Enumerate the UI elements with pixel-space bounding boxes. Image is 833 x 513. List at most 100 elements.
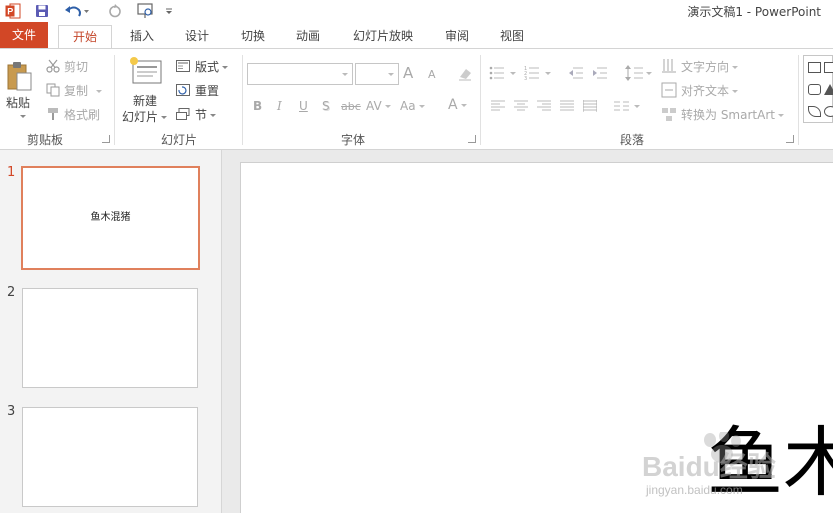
reset-button[interactable]: 重置 [195,82,219,99]
separator [798,55,799,145]
font-launcher-icon[interactable] [468,135,476,143]
change-case-label: Aa [400,99,416,113]
new-slide-label[interactable]: 新建 [133,92,157,109]
align-left-icon[interactable] [489,97,507,115]
font-color-button[interactable]: A [448,97,467,113]
font-color-label: A [448,97,458,113]
section-icon [175,106,191,122]
format-painter-button[interactable]: 格式刷 [64,106,100,123]
chevron-down-icon [732,90,739,93]
numbering-icon[interactable]: 123 [523,63,555,83]
clipboard-launcher-icon[interactable] [102,135,110,143]
tab-animations[interactable]: 动画 [288,25,328,48]
format-painter-icon [45,106,61,122]
justify-icon[interactable] [558,97,576,115]
underline-button[interactable]: U [299,99,308,113]
copy-icon [45,82,61,98]
rounded-rectangle-shape-icon[interactable] [808,84,821,95]
svg-text:P: P [7,7,13,17]
oval-shape-icon[interactable] [824,106,833,117]
tab-slideshow[interactable]: 幻灯片放映 [346,25,420,48]
change-case-button[interactable]: Aa [400,99,425,113]
thumbnail-title: 鱼木混猪 [90,212,131,223]
new-slide-icon[interactable] [128,55,164,87]
char-spacing-button[interactable]: AV [366,99,391,113]
line-spacing-icon[interactable] [624,63,654,83]
chevron-down-icon [384,105,391,108]
chevron-down-icon [777,114,784,117]
vertical-text-box-shape-icon[interactable] [824,62,833,73]
tab-review[interactable]: 审阅 [437,25,477,48]
slide-title-text[interactable]: 鱼木 [707,425,833,501]
separator [114,55,115,145]
copy-button[interactable]: 复制 [64,82,103,99]
slide-thumbnail-1[interactable]: 鱼木混猪 [21,166,200,270]
italic-button[interactable]: I [277,99,282,113]
paste-icon[interactable] [5,59,35,93]
clear-formatting-icon[interactable] [455,64,475,84]
new-slide-button[interactable]: 幻灯片 [122,108,168,125]
paste-label: 粘贴 [6,96,31,110]
tab-design[interactable]: 设计 [177,25,217,48]
slide-thumbnail-2[interactable] [22,288,198,388]
paste-dropdown[interactable] [17,109,26,123]
window-title: 演示文稿1 - PowerPoint [687,5,821,19]
triangle-shape-icon[interactable] [824,84,833,95]
paragraph-launcher-icon[interactable] [786,135,794,143]
tab-home[interactable]: 开始 [58,25,112,49]
save-icon[interactable] [32,2,52,20]
shrink-font-button[interactable]: A [428,68,436,81]
convert-smartart-button[interactable]: 转换为 SmartArt [681,106,784,123]
distributed-icon[interactable] [581,97,599,115]
new-slide-label-2: 幻灯片 [122,110,159,124]
slide-number-2: 2 [7,285,16,300]
shapes-gallery[interactable] [803,55,833,123]
font-name-combo[interactable] [247,63,353,85]
undo-icon[interactable] [62,2,92,20]
text-box-shape-icon[interactable] [808,62,821,73]
cut-button[interactable]: 剪切 [64,58,88,75]
strikethrough-button[interactable]: abc [341,100,361,113]
font-size-combo[interactable] [355,63,399,85]
powerpoint-logo-icon[interactable]: P [3,2,23,20]
start-from-beginning-icon[interactable] [136,2,156,20]
text-direction-button[interactable]: 文字方向 [681,58,739,75]
align-center-icon[interactable] [512,97,530,115]
bold-button[interactable]: B [253,99,262,113]
section-button[interactable]: 节 [195,106,217,123]
customize-qat-icon[interactable] [163,2,175,20]
copy-label: 复制 [64,84,89,98]
tab-file[interactable]: 文件 [0,22,48,48]
ribbon-tabs: 文件 开始 插入 设计 切换 动画 幻灯片放映 审阅 视图 [0,22,833,49]
columns-icon[interactable] [613,97,643,115]
char-spacing-label: AV [366,99,382,113]
tab-transitions[interactable]: 切换 [233,25,273,48]
smartart-icon [660,105,678,123]
align-right-icon[interactable] [535,97,553,115]
slide-number-1: 1 [7,165,16,180]
slide-thumbnail-3[interactable] [22,407,198,507]
text-shadow-button[interactable]: S [322,99,330,113]
ribbon: 粘贴 剪切 复制 格式刷 剪贴板 新建 幻灯片 版式 重置 节 幻灯片 A A … [0,48,833,150]
grow-font-button[interactable]: A [403,64,413,82]
tab-insert[interactable]: 插入 [122,25,162,48]
decrease-indent-icon[interactable] [566,63,586,83]
chevron-down-icon [732,66,739,69]
align-text-label: 对齐文本 [681,84,730,98]
slide-canvas[interactable]: 鱼木 [240,162,833,513]
redo-icon[interactable] [106,2,124,20]
slide-thumbnail-pane: 1 鱼木混猪 2 3 [0,150,222,513]
bullets-icon[interactable] [488,63,520,83]
tab-view[interactable]: 视图 [492,25,532,48]
chevron-down-icon [418,105,425,108]
chevron-down-icon [384,64,398,84]
slide-number-3: 3 [7,404,16,419]
chevron-down-icon [222,66,229,69]
increase-indent-icon[interactable] [590,63,610,83]
layout-button[interactable]: 版式 [195,58,229,75]
layout-icon [175,58,191,74]
title-bar: P 演示文稿1 - PowerPoint [0,0,833,22]
freeform-shape-icon[interactable] [808,106,821,117]
svg-text:3: 3 [524,76,527,81]
align-text-button[interactable]: 对齐文本 [681,82,739,99]
